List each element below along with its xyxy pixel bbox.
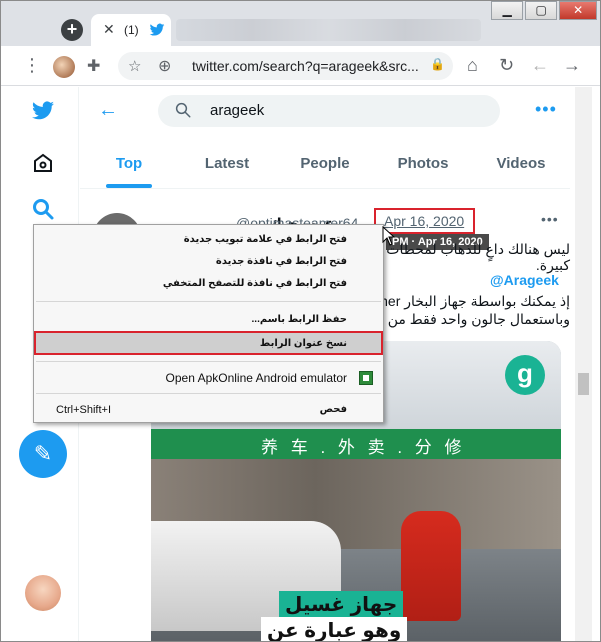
address-bar[interactable]: ☆ ⊕ twitter.com/search?q=arageek&src... … <box>118 52 453 80</box>
profile-avatar[interactable] <box>53 56 75 78</box>
mouse-cursor-icon <box>382 226 396 246</box>
tab-latest[interactable]: Latest <box>178 141 276 188</box>
star-icon[interactable]: ☆ <box>128 57 141 75</box>
twitter-icon <box>149 23 165 36</box>
home-icon[interactable]: ⌂ <box>467 55 478 76</box>
tweet-more-icon[interactable]: ••• <box>541 211 559 227</box>
tab-videos[interactable]: Videos <box>472 141 570 188</box>
search-icon <box>175 102 191 118</box>
active-tab[interactable]: ✕ (1) <box>91 14 171 46</box>
search-tabs: Top Latest People Photos Videos <box>80 141 570 189</box>
menu-item-inspect[interactable]: فحص Ctrl+Shift+I <box>34 399 383 421</box>
window-close-button[interactable]: ✕ <box>559 1 598 20</box>
tweet-mention-link[interactable]: @Arageek <box>490 272 559 288</box>
apkonline-icon <box>359 371 373 385</box>
more-options-icon[interactable]: ••• <box>535 99 557 120</box>
menu-item-label: فتح الرابط في علامة تبويب جديدة <box>183 234 347 245</box>
new-tab-button[interactable]: + <box>61 19 83 41</box>
menu-item-label: نسخ عنوان الرابط <box>259 338 347 349</box>
search-header: ← arageek ••• <box>80 87 570 137</box>
close-icon[interactable]: ✕ <box>103 21 115 38</box>
menu-separator <box>36 301 381 302</box>
sign-text: 养 车 . 外 卖 . 分 修 <box>261 438 466 457</box>
menu-item-label: فحص <box>319 404 347 415</box>
search-query[interactable]: arageek <box>210 102 264 119</box>
lock-icon[interactable]: 🔒 <box>430 57 445 71</box>
forward-icon[interactable]: ← <box>531 55 549 76</box>
back-arrow-icon[interactable]: ← <box>98 99 118 122</box>
menu-item-label: Open ApkOnline Android emulator <box>165 371 347 385</box>
tweet-text-line: وباستعمال جالون واحد فقط من المياه <box>351 311 570 327</box>
extensions-icon[interactable]: ✚ <box>87 56 100 76</box>
menu-item-save-link[interactable]: حفظ الرابط باسم... <box>34 309 383 331</box>
menu-item-label: حفظ الرابط باسم... <box>251 314 347 325</box>
video-subtitle: جهاز غسيل <box>279 591 404 619</box>
tab-people[interactable]: People <box>276 141 374 188</box>
tab-strip: + ✕ (1) ▁ ▢ ✕ <box>1 1 600 46</box>
explore-icon[interactable] <box>31 151 55 175</box>
menu-separator <box>36 393 381 394</box>
menu-item-label: فتح الرابط في نافذة للتصفح المتخفي <box>162 278 347 289</box>
menu-item-apkonline[interactable]: Open ApkOnline Android emulator <box>34 367 383 389</box>
reload-icon[interactable]: ↻ <box>499 55 514 76</box>
menu-item-label: فتح الرابط في نافذة جديدة <box>215 256 347 267</box>
window-controls: ▁ ▢ ✕ <box>491 1 599 21</box>
back-icon[interactable]: → <box>563 55 581 76</box>
media-sign: 养 车 . 外 卖 . 分 修 <box>151 429 561 459</box>
menu-separator <box>36 361 381 362</box>
twitter-logo-icon[interactable] <box>29 99 57 123</box>
menu-item-open-new-tab[interactable]: فتح الرابط في علامة تبويب جديدة <box>34 229 383 251</box>
video-subtitle: وهو عبارة عن <box>261 617 408 641</box>
maximize-button[interactable]: ▢ <box>525 1 558 20</box>
search-nav-icon[interactable] <box>31 197 55 221</box>
minimize-button[interactable]: ▁ <box>491 1 524 20</box>
browser-toolbar: ⋮ ✚ ☆ ⊕ twitter.com/search?q=arageek&src… <box>1 46 600 86</box>
browser-window: + ✕ (1) ▁ ▢ ✕ ⋮ ✚ ☆ ⊕ twitter.com/search… <box>0 0 601 642</box>
add-icon[interactable]: ⊕ <box>158 56 171 76</box>
menu-item-copy-link[interactable]: نسخ عنوان الرابط <box>34 331 383 355</box>
tab-photos[interactable]: Photos <box>374 141 472 188</box>
compose-tweet-icon[interactable]: ✎ <box>19 430 67 478</box>
blurred-tabs <box>176 19 481 41</box>
menu-item-open-new-window[interactable]: فتح الرابط في نافذة جديدة <box>34 251 383 273</box>
search-input[interactable]: arageek <box>158 95 500 127</box>
context-menu: فتح الرابط في علامة تبويب جديدة فتح الرا… <box>33 224 384 423</box>
tab-top[interactable]: Top <box>80 141 178 188</box>
url-text[interactable]: twitter.com/search?q=arageek&src... <box>192 58 419 74</box>
arageek-logo: g <box>505 355 545 395</box>
menu-dots-icon[interactable]: ⋮ <box>23 55 41 76</box>
tab-title: (1) <box>124 23 139 37</box>
scrollbar-thumb[interactable] <box>578 373 589 395</box>
user-avatar[interactable] <box>25 575 61 611</box>
tweet-date-text[interactable]: Apr 16, 2020 <box>384 213 464 229</box>
menu-item-open-incognito[interactable]: فتح الرابط في نافذة للتصفح المتخفي <box>34 273 383 295</box>
menu-item-shortcut: Ctrl+Shift+I <box>56 404 112 416</box>
page-scrollbar[interactable] <box>575 87 592 641</box>
media-person <box>401 511 461 621</box>
